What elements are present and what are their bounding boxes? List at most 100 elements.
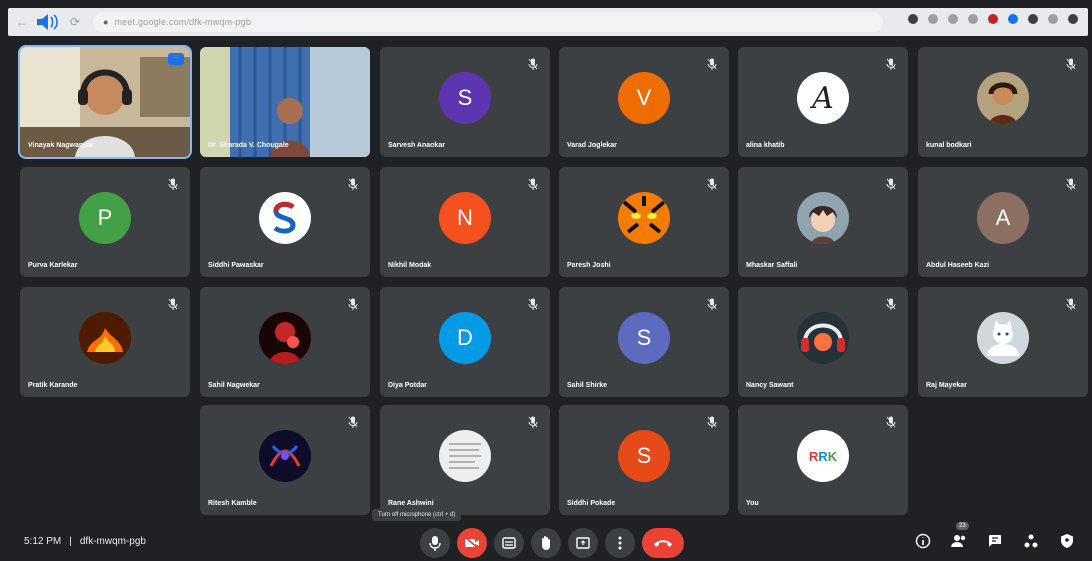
menu-icon[interactable] [1068, 14, 1078, 24]
participant-name: Siddhi Pokade [567, 500, 616, 507]
participant-tile[interactable]: S Siddhi Pokade [559, 405, 729, 515]
meet-window: ← ⟳ ● meet.google.com/dfk-mwqm-pgb ⋯ Vina… [0, 0, 1092, 561]
participant-tile[interactable]: Aalina khatib [738, 47, 908, 157]
muted-mic-icon [168, 297, 178, 310]
muted-mic-icon [886, 415, 896, 428]
people-button[interactable]: 23 [948, 522, 970, 552]
participant-name: Purva Karlekar [28, 262, 78, 269]
clock-time: 5:12 PM [24, 536, 62, 547]
participant-avatar: A [797, 72, 849, 124]
participant-tile[interactable]: R R K You [738, 405, 908, 515]
more-vertical-icon [618, 536, 622, 550]
participant-tile[interactable]: Paresh Joshi [559, 167, 729, 277]
muted-mic-icon [707, 415, 717, 428]
participant-avatar [797, 312, 849, 364]
people-icon [951, 535, 966, 547]
participant-avatar: A [977, 192, 1029, 244]
extension-blue-icon[interactable] [1008, 14, 1018, 24]
participant-tile[interactable]: Dr. Sharada V. Chougale [200, 47, 370, 157]
camera-off-button[interactable] [457, 528, 487, 558]
tile-options-icon[interactable]: ⋯ [168, 53, 184, 65]
participant-avatar [79, 312, 131, 364]
participant-name: Diya Potdar [388, 382, 427, 389]
profile-icon[interactable] [1048, 14, 1058, 24]
puzzle-icon[interactable] [1028, 14, 1038, 24]
participant-video [200, 47, 370, 157]
muted-mic-icon [886, 57, 896, 70]
captions-icon [502, 537, 516, 549]
participant-avatar: S [439, 72, 491, 124]
participant-tile[interactable]: V Varad Joglekar [559, 47, 729, 157]
participant-name: Vinayak Nagwanshi [28, 142, 94, 149]
participant-tile[interactable]: Rane Ashwini [380, 405, 550, 515]
meeting-details: 5:12 PM | dfk-mwqm-pgb [24, 536, 146, 547]
extension-red-icon[interactable] [988, 14, 998, 24]
meeting-code: dfk-mwqm-pgb [79, 536, 146, 547]
participant-tile[interactable]: A Abdul Haseeb Kazi [918, 167, 1088, 277]
participant-tile[interactable]: Pratik Karande [20, 287, 190, 397]
participant-tile[interactable]: Nancy Sawant [738, 287, 908, 397]
participant-name: Pratik Karande [28, 382, 78, 389]
participant-name: Nancy Sawant [746, 382, 794, 389]
present-icon [576, 537, 590, 549]
muted-mic-icon [348, 177, 358, 190]
participant-name: Nikhil Modak [388, 262, 432, 269]
muted-mic-icon [168, 177, 178, 190]
participant-name: Sahil Shirke [567, 382, 608, 389]
participant-name: You [746, 500, 759, 507]
participant-tile[interactable]: N Nikhil Modak [380, 167, 550, 277]
muted-mic-icon [707, 57, 717, 70]
participant-name: Ritesh Kamble [208, 500, 257, 507]
participant-avatar: N [439, 192, 491, 244]
participant-avatar [259, 192, 311, 244]
muted-mic-icon [707, 297, 717, 310]
present-button[interactable] [568, 528, 598, 558]
muted-mic-icon [528, 415, 538, 428]
participant-tile[interactable]: D Diya Potdar [380, 287, 550, 397]
participant-tile[interactable]: Ritesh Kamble [200, 405, 370, 515]
extension-icon[interactable] [968, 14, 978, 24]
muted-mic-icon [528, 57, 538, 70]
meeting-info-button[interactable] [912, 530, 934, 552]
participant-avatar: S [618, 312, 670, 364]
raise-hand-button[interactable] [531, 528, 561, 558]
participant-avatar: P [79, 192, 131, 244]
participant-tile[interactable]: S Sarvesh Anaokar [380, 47, 550, 157]
participant-avatar [259, 430, 311, 482]
address-bar[interactable]: ● meet.google.com/dfk-mwqm-pgb [93, 12, 883, 32]
separator: | [69, 536, 72, 547]
participant-tile[interactable]: Siddhi Pawaskar [200, 167, 370, 277]
extensions-area [908, 14, 1078, 24]
participant-name: Abdul Haseeb Kazi [926, 262, 990, 269]
participant-tile[interactable]: kunal bodkari [918, 47, 1088, 157]
activities-button[interactable] [1020, 530, 1042, 552]
shield-icon [1061, 534, 1073, 548]
host-controls-button[interactable] [1056, 530, 1078, 552]
leave-call-button[interactable] [642, 528, 684, 558]
hand-icon [542, 536, 550, 550]
browser-toolbar: ← ⟳ ● meet.google.com/dfk-mwqm-pgb [8, 8, 1088, 36]
captions-button[interactable] [494, 528, 524, 558]
hang-up-icon [654, 540, 672, 547]
camera-indicator-icon[interactable] [908, 14, 918, 24]
participant-name: Dr. Sharada V. Chougale [208, 142, 289, 149]
star-icon[interactable] [948, 14, 958, 24]
participant-tile[interactable]: Raj Mayekar [918, 287, 1088, 397]
participant-tile[interactable]: P Purva Karlekar [20, 167, 190, 277]
participant-avatar [977, 72, 1029, 124]
participant-tile[interactable]: Mhaskar Saffali [738, 167, 908, 277]
back-icon[interactable]: ← [16, 15, 28, 29]
microphone-icon [429, 536, 441, 551]
participant-tile[interactable]: S Sahil Shirke [559, 287, 729, 397]
participant-name: Rane Ashwini [388, 500, 434, 507]
participant-tile[interactable]: Sahil Nagwekar [200, 287, 370, 397]
muted-mic-icon [707, 177, 717, 190]
microphone-button[interactable] [420, 528, 450, 558]
participant-tile[interactable]: ⋯ Vinayak Nagwanshi [18, 45, 192, 159]
reload-icon[interactable]: ⟳ [70, 15, 80, 29]
more-options-button[interactable] [605, 528, 635, 558]
mic-tooltip: Turn off microphone (ctrl + d) [372, 509, 462, 521]
share-icon[interactable] [928, 14, 938, 24]
participant-name: Paresh Joshi [567, 262, 611, 269]
chat-button[interactable] [984, 530, 1006, 552]
